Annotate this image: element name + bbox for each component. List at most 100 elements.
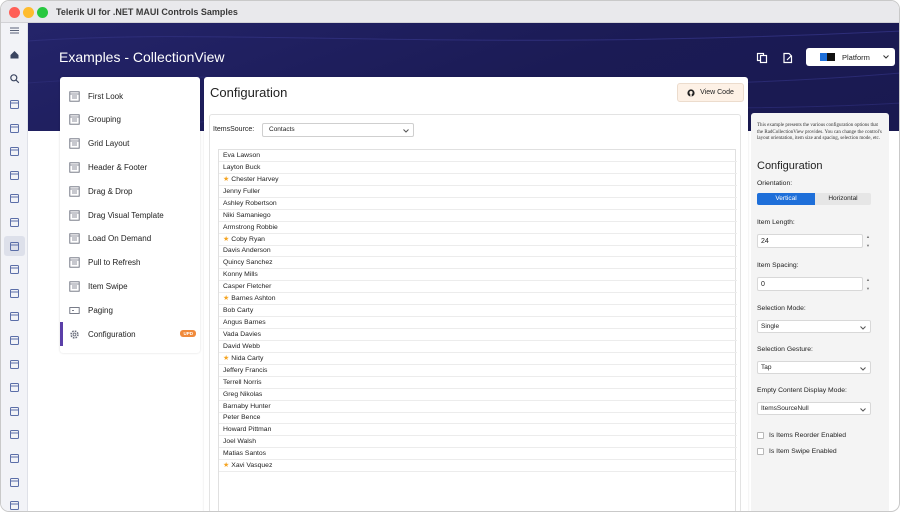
item-length-input[interactable]: 24 — [757, 234, 863, 248]
chat-icon[interactable] — [8, 169, 21, 182]
nav-item-item-swipe[interactable]: Item Swipe — [60, 274, 200, 298]
list-item[interactable]: Layton Buck — [219, 162, 737, 174]
selection-gesture-combo[interactable]: Tap — [757, 361, 871, 374]
contact-name: Eva Lawson — [223, 152, 261, 159]
gauge-icon[interactable] — [8, 216, 21, 229]
masked-input-icon[interactable] — [8, 452, 21, 465]
panel-icon[interactable] — [8, 405, 21, 418]
list-item[interactable]: Matias Santos — [219, 448, 737, 461]
contact-name: David Webb — [223, 342, 260, 350]
contact-name: Konny Mills — [223, 271, 258, 279]
layout-icon[interactable] — [8, 381, 21, 394]
menu-icon[interactable] — [8, 24, 21, 37]
list-item[interactable]: Armstrong Robbie — [219, 222, 737, 234]
platform-selector[interactable]: Platform — [806, 48, 895, 66]
collection-view[interactable]: Eva Lawson Layton Buck ★ Chester Harvey Jenn… — [218, 149, 737, 511]
collectionview-icon[interactable] — [8, 240, 21, 253]
checkbox-box[interactable] — [757, 432, 764, 439]
datagrid-icon[interactable] — [8, 287, 21, 300]
list-item[interactable]: Angus Barnes — [219, 317, 737, 330]
zoom-window-button[interactable] — [37, 7, 48, 18]
empty-content-mode-combo[interactable]: ItemsSourceNull — [757, 402, 871, 415]
contact-name: Casper Fletcher — [223, 283, 272, 291]
nav-item-label: Paging — [88, 305, 113, 315]
nav-item-header-footer[interactable]: Header & Footer — [60, 155, 200, 179]
search-icon[interactable] — [8, 72, 21, 85]
entry-icon[interactable] — [8, 334, 21, 347]
list-item[interactable]: ★ Barnes Ashton — [219, 293, 737, 306]
tabview-icon[interactable] — [8, 476, 21, 489]
list-item[interactable]: Davis Anderson — [219, 245, 737, 258]
list-item[interactable]: ★ Chester Harvey — [219, 174, 737, 186]
contact-name: Niki Samaniego — [223, 211, 271, 219]
list-icon[interactable] — [8, 428, 21, 441]
orientation-segmented: Vertical Horizontal — [757, 193, 873, 205]
selection-mode-value: Single — [761, 323, 780, 330]
list-item[interactable]: Jeffery Francis — [219, 365, 737, 377]
list-item[interactable]: Bob Carty — [219, 305, 737, 318]
orientation-horizontal-button[interactable]: Horizontal — [815, 193, 871, 205]
selection-mode-combo[interactable]: Single — [757, 320, 871, 333]
close-window-button[interactable] — [9, 7, 20, 18]
nav-item-paging[interactable]: Paging — [60, 298, 200, 322]
list-item[interactable]: ★ Xavi Vasquez — [219, 460, 737, 473]
edit-document-icon[interactable] — [782, 52, 794, 64]
grid-icon[interactable] — [8, 310, 21, 323]
list-item[interactable]: Peter Bence — [219, 412, 737, 425]
list-item[interactable]: Jenny Fuller — [219, 186, 737, 198]
list-item[interactable]: Terrell Norris — [219, 377, 737, 389]
list-item[interactable]: Niki Samaniego — [219, 210, 737, 222]
contact-name: Howard Pittman — [223, 426, 272, 434]
contact-name: Vada Davies — [223, 330, 262, 338]
nav-item-grouping[interactable]: Grouping — [60, 108, 200, 132]
list-item[interactable]: ★ Coby Ryan — [219, 234, 737, 246]
ring-icon[interactable] — [8, 499, 21, 511]
view-code-button[interactable]: View Code — [677, 83, 744, 102]
orientation-vertical-button[interactable]: Vertical — [757, 193, 815, 205]
window-icon — [68, 90, 80, 102]
list-item[interactable]: Howard Pittman — [219, 424, 737, 437]
copy-icon[interactable] — [756, 52, 768, 64]
list-item[interactable]: David Webb — [219, 341, 737, 353]
nav-item-configuration[interactable]: Configuration UPD — [60, 322, 200, 346]
nav-item-drag-visual-template[interactable]: Drag Visual Template — [60, 203, 200, 227]
item-length-spinner[interactable]: ▲ ▼ — [865, 234, 871, 248]
contact-name: Peter Bence — [223, 414, 261, 422]
list-item[interactable]: Barnaby Hunter — [219, 401, 737, 413]
calendar-view-icon[interactable] — [8, 358, 21, 371]
list-item[interactable]: Ashley Robertson — [219, 198, 737, 210]
minimize-window-button[interactable] — [23, 7, 34, 18]
item-swipe-checkbox[interactable]: Is Item Swipe Enabled — [757, 448, 837, 455]
nav-item-label: Item Swipe — [88, 281, 128, 291]
list-item[interactable]: Casper Fletcher — [219, 281, 737, 294]
column-chart-icon[interactable] — [8, 145, 21, 158]
nav-item-first-look[interactable]: First Look — [60, 84, 200, 108]
dataform-icon[interactable] — [8, 263, 21, 276]
item-spacing-spinner[interactable]: ▲ ▼ — [865, 277, 871, 291]
item-spacing-input[interactable]: 0 — [757, 277, 863, 291]
list-item[interactable]: Greg Nikolas — [219, 389, 737, 401]
nav-item-load-on-demand[interactable]: Load On Demand — [60, 227, 200, 251]
items-reorder-checkbox[interactable]: Is Items Reorder Enabled — [757, 432, 846, 439]
list-item[interactable]: Joel Walsh — [219, 436, 737, 449]
contact-name: Jeffery Francis — [223, 366, 268, 374]
paging-icon — [68, 304, 80, 316]
list-item[interactable]: Konny Mills — [219, 269, 737, 282]
list-item[interactable]: Vada Davies — [219, 329, 737, 341]
empty-content-mode-label: Empty Content Display Mode: — [757, 387, 847, 394]
checkbox-icon[interactable] — [8, 192, 21, 205]
nav-item-drag-drop[interactable]: Drag & Drop — [60, 179, 200, 203]
list-item[interactable]: Quincy Sanchez — [219, 257, 737, 270]
chevron-down-icon — [883, 55, 889, 59]
nav-item-pull-to-refresh[interactable]: Pull to Refresh — [60, 251, 200, 275]
bar-chart-icon[interactable] — [8, 122, 21, 135]
nav-item-grid-layout[interactable]: Grid Layout — [60, 132, 200, 156]
chevron-down-icon — [860, 367, 866, 371]
items-source-combo[interactable]: Contacts — [262, 123, 414, 137]
home-icon[interactable] — [8, 48, 21, 61]
list-item[interactable]: ★ Nida Carty — [219, 353, 737, 365]
calendar-icon[interactable] — [8, 98, 21, 111]
list-item[interactable]: Eva Lawson — [219, 150, 737, 162]
checkbox-box[interactable] — [757, 448, 764, 455]
item-spacing-label: Item Spacing: — [757, 262, 799, 269]
